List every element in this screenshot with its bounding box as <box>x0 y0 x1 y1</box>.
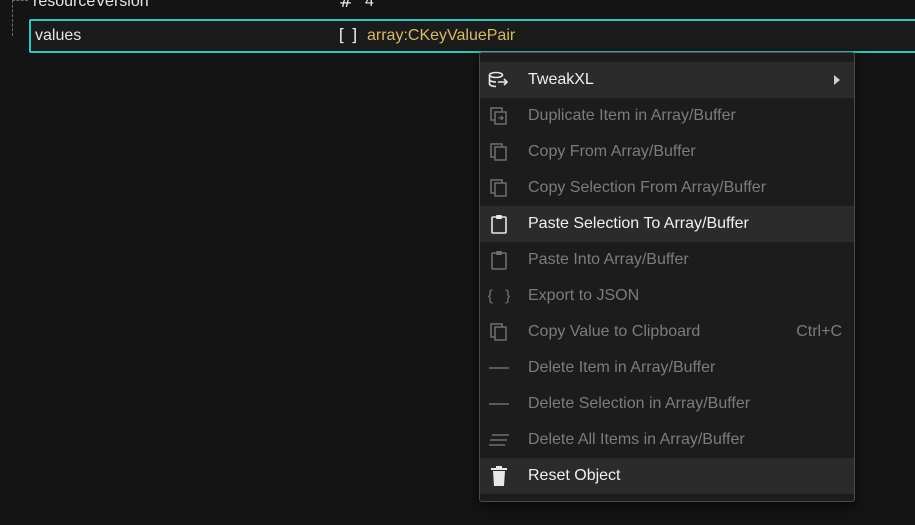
property-value: 4 <box>365 0 374 10</box>
menu-item-label: Paste Selection To Array/Buffer <box>528 215 749 232</box>
menu-item-label: Copy From Array/Buffer <box>528 143 696 160</box>
menu-item-label: Delete Item in Array/Buffer <box>528 359 716 376</box>
tree-row-resource-version[interactable]: resourceVersion # 4 <box>29 0 915 19</box>
property-name: values <box>35 27 82 44</box>
hash-icon: # <box>338 0 354 12</box>
menu-item-label: Delete All Items in Array/Buffer <box>528 431 745 448</box>
property-name: resourceVersion <box>33 0 149 10</box>
menu-item-paste-into[interactable]: Paste Into Array/Buffer <box>480 242 854 278</box>
menu-item-label: Duplicate Item in Array/Buffer <box>528 107 736 124</box>
menu-item-delete-item[interactable]: Delete Item in Array/Buffer <box>480 350 854 386</box>
svg-text:{ }: { } <box>488 287 510 305</box>
tweakxl-icon <box>488 69 510 91</box>
submenu-arrow-icon <box>834 75 840 85</box>
clipboard-icon <box>488 249 510 271</box>
minus-icon <box>488 357 510 379</box>
menu-item-label: Copy Value to Clipboard <box>528 323 701 340</box>
minus-icon <box>488 393 510 415</box>
copy-icon <box>488 141 510 163</box>
lines-icon <box>488 429 510 451</box>
menu-item-export-json[interactable]: { } Export to JSON <box>480 278 854 314</box>
menu-item-copy-selection-from[interactable]: Copy Selection From Array/Buffer <box>480 170 854 206</box>
menu-item-label: TweakXL <box>528 71 594 88</box>
app-canvas: resourceVersion # 4 values [ ] array:CKe… <box>0 0 915 525</box>
menu-item-reset-object[interactable]: Reset Object <box>480 458 854 494</box>
clipboard-icon <box>488 213 510 235</box>
trash-icon <box>488 465 510 487</box>
menu-item-delete-all[interactable]: Delete All Items in Array/Buffer <box>480 422 854 458</box>
menu-item-copy-from[interactable]: Copy From Array/Buffer <box>480 134 854 170</box>
menu-item-label: Paste Into Array/Buffer <box>528 251 689 268</box>
copy-icon <box>488 177 510 199</box>
tree-connector-vertical <box>12 0 13 36</box>
tree-row-values[interactable]: values [ ] array:CKeyValuePair <box>29 19 915 53</box>
copy-icon <box>488 321 510 343</box>
tree-connector-top <box>12 0 28 1</box>
braces-icon: { } <box>488 285 510 307</box>
menu-item-shortcut: Ctrl+C <box>796 323 842 340</box>
context-menu: TweakXL Duplicate Item in Array/Buffer C… <box>479 52 855 502</box>
duplicate-icon <box>488 105 510 127</box>
menu-item-label: Reset Object <box>528 467 621 484</box>
menu-item-duplicate[interactable]: Duplicate Item in Array/Buffer <box>480 98 854 134</box>
menu-item-delete-selection[interactable]: Delete Selection in Array/Buffer <box>480 386 854 422</box>
menu-item-label: Export to JSON <box>528 287 640 304</box>
menu-item-label: Copy Selection From Array/Buffer <box>528 179 767 196</box>
array-brackets-icon: [ ] <box>338 26 358 46</box>
menu-item-label: Delete Selection in Array/Buffer <box>528 395 751 412</box>
menu-item-tweakxl[interactable]: TweakXL <box>480 62 854 98</box>
menu-item-paste-selection-to[interactable]: Paste Selection To Array/Buffer <box>480 206 854 242</box>
property-value: array:CKeyValuePair <box>367 27 516 44</box>
menu-item-copy-value[interactable]: Copy Value to Clipboard Ctrl+C <box>480 314 854 350</box>
